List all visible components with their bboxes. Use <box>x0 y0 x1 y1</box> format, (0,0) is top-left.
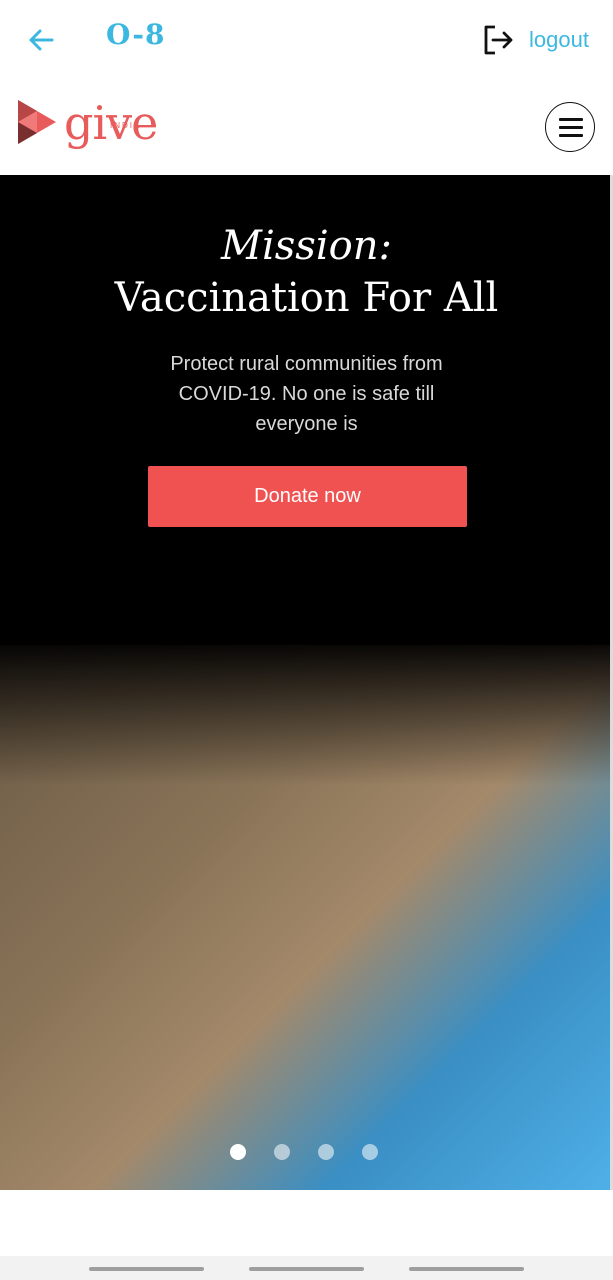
carousel-dot-4[interactable] <box>362 1144 378 1160</box>
hint-handle <box>89 1267 204 1271</box>
hero-carousel[interactable]: Mission: Vaccination For All Protect rur… <box>0 175 613 1190</box>
hero-description: Protect rural communities from COVID-19.… <box>170 353 443 435</box>
hero-title-prefix: Mission: <box>221 223 392 269</box>
hint-handle <box>409 1267 524 1271</box>
logout-icon <box>484 25 513 55</box>
carousel-dots <box>230 1144 378 1160</box>
back-button[interactable] <box>24 22 60 58</box>
donate-now-button[interactable]: Donate now <box>148 466 467 527</box>
carousel-dot-3[interactable] <box>318 1144 334 1160</box>
app-title: O-8 <box>106 18 166 51</box>
logo-subtext: INDIA <box>110 121 142 130</box>
hint-handle <box>249 1267 364 1271</box>
site-header: give INDIA <box>0 78 613 175</box>
carousel-dot-1[interactable] <box>230 1144 246 1160</box>
logout-label: logout <box>529 27 589 52</box>
arrow-left-icon <box>29 29 54 51</box>
logout-button[interactable]: logout <box>481 20 589 60</box>
hero-title: Vaccination For All <box>114 275 499 321</box>
logo-triangle-icon <box>18 100 56 144</box>
app-bar: O-8 logout <box>0 0 613 78</box>
menu-button[interactable] <box>545 102 595 152</box>
carousel-dot-2[interactable] <box>274 1144 290 1160</box>
bottom-hint-bar <box>0 1256 613 1280</box>
